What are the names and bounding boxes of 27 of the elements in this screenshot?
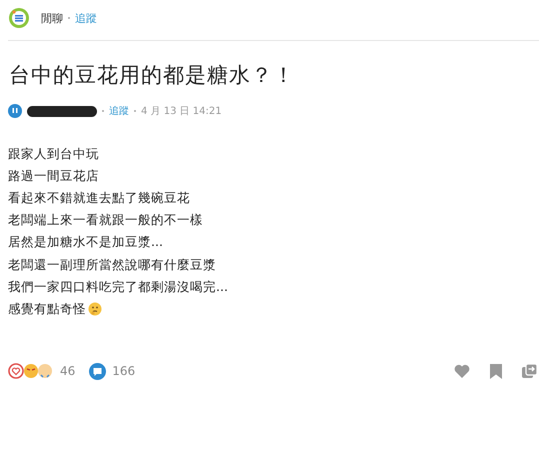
separator-dot (68, 17, 70, 19)
reaction-count: 46 (60, 364, 76, 378)
board-name[interactable]: 閒聊 (41, 10, 63, 26)
post-title: 台中的豆花用的都是糖水？！ (9, 62, 296, 89)
comment-icon[interactable] (89, 362, 106, 380)
board-icon[interactable] (8, 7, 30, 29)
follow-link[interactable]: 追蹤 (109, 104, 129, 118)
thinking-emoji-icon (88, 302, 102, 316)
body-line: 居然是加糖水不是加豆漿... (8, 233, 164, 252)
body-line: 路過一間豆花店 (8, 166, 100, 185)
follow-link[interactable]: 追蹤 (75, 10, 97, 26)
separator-dot (134, 110, 136, 112)
body-line: 跟家人到台中玩 (8, 144, 100, 163)
body-line: 老闆還一副理所當然說哪有什麼豆漿 (8, 256, 217, 274)
body-line: 看起來不錯就進去點了幾碗豆花 (8, 188, 191, 207)
separator-dot (102, 110, 104, 112)
body-line: 老闆端上來一看就跟一般的不一樣 (8, 211, 204, 230)
redaction-bar (27, 106, 97, 116)
post-time: 4 月 13 日 14:21 (141, 105, 222, 118)
bookmark-icon[interactable] (490, 364, 502, 378)
body-line: 感覺有點奇怪 (8, 298, 539, 320)
body-line: 我們一家四口料吃完了都剩湯沒喝完... (8, 278, 229, 296)
heart-icon[interactable] (454, 364, 470, 378)
avatar-icon[interactable] (8, 104, 22, 118)
reaction-icons-drawing[interactable] (8, 363, 54, 379)
share-icon[interactable] (522, 364, 537, 378)
comment-count: 166 (112, 364, 136, 378)
